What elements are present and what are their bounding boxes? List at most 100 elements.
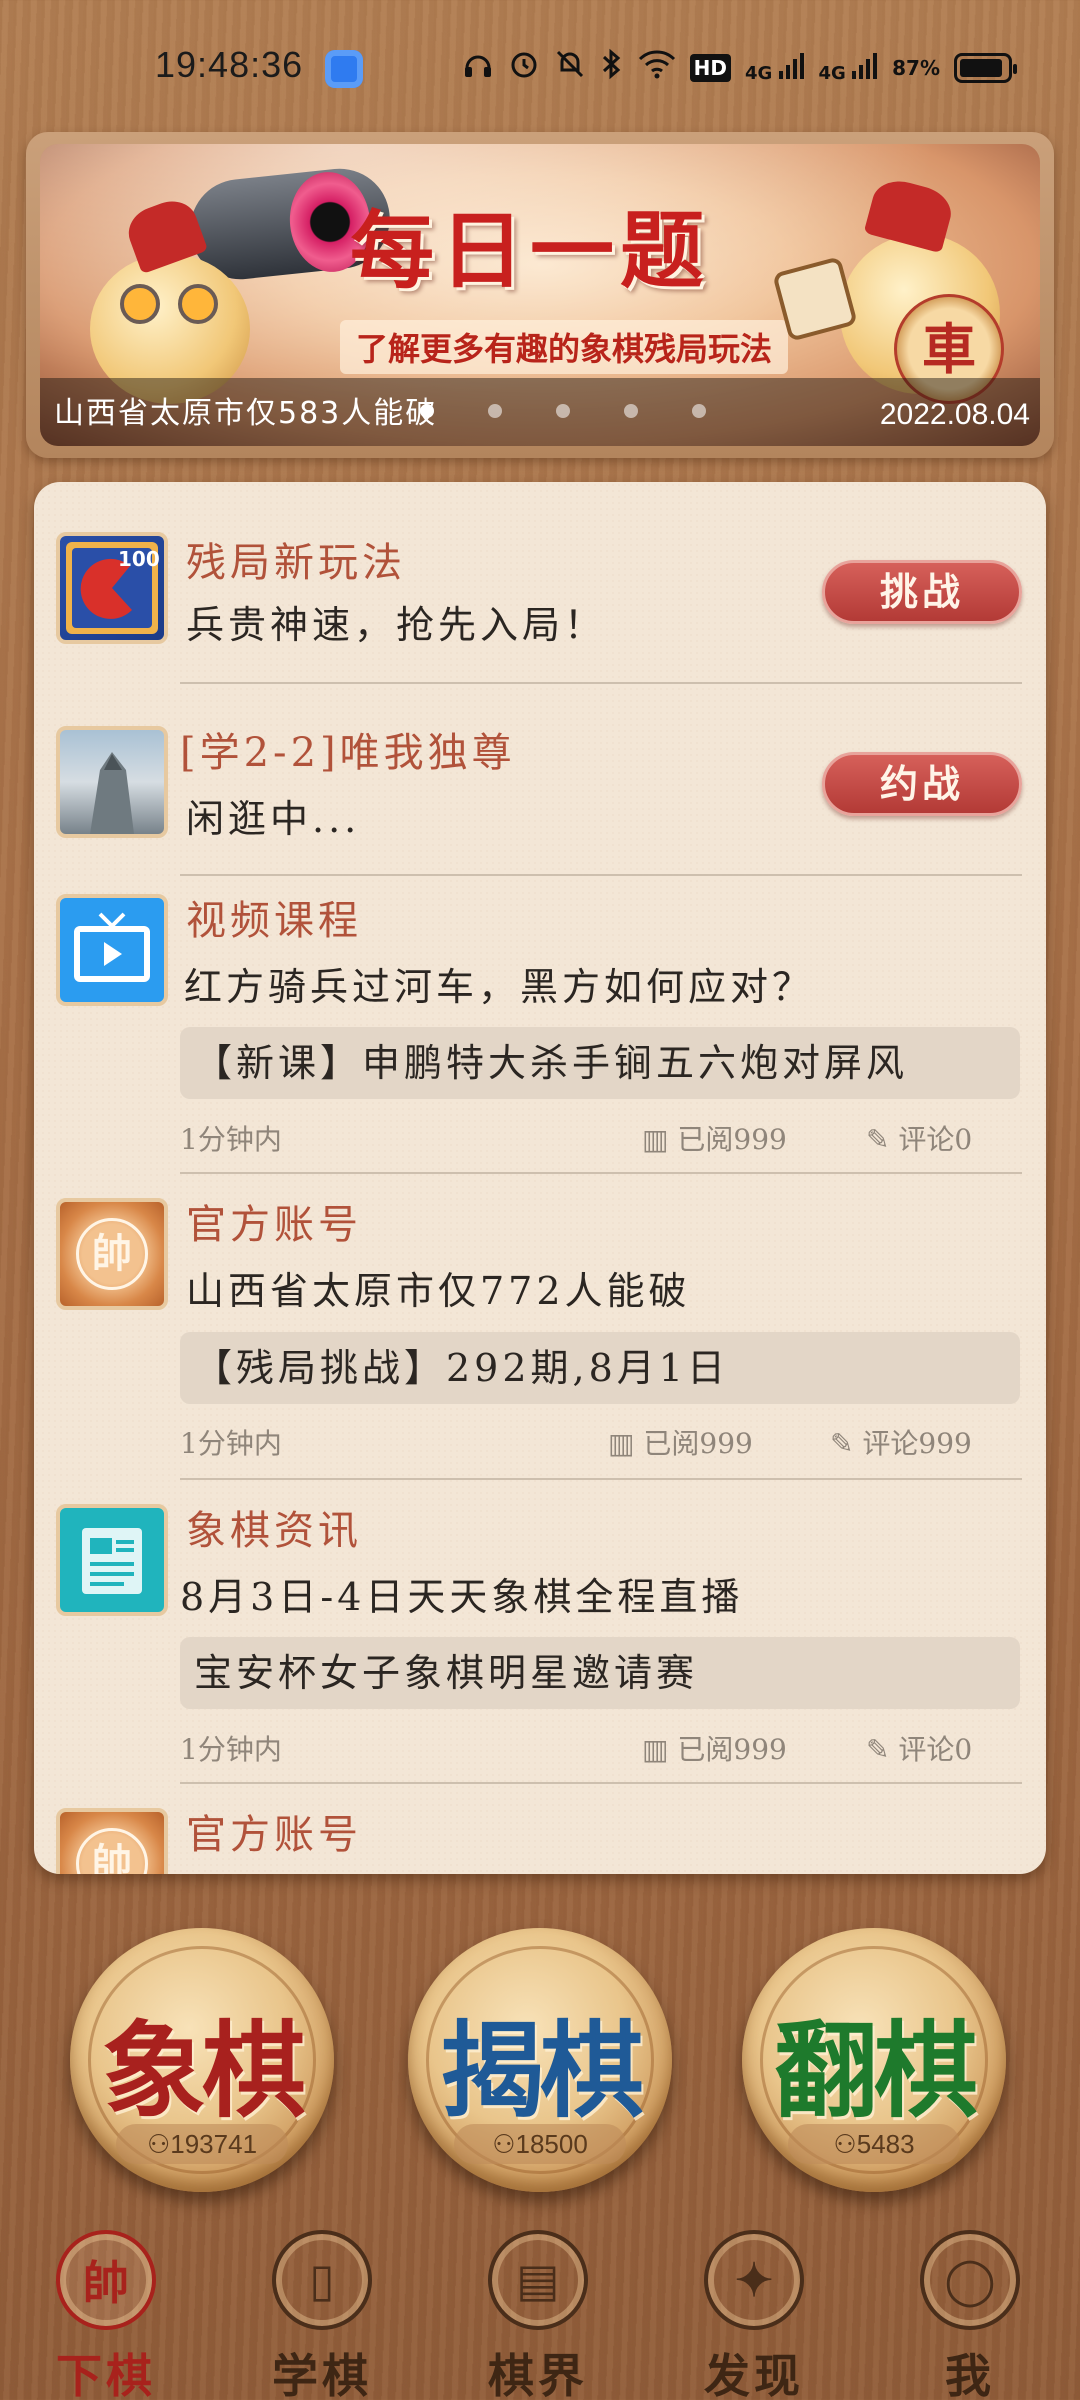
online-count: ⚇18500 (454, 2124, 626, 2164)
user-icon: ⚇ (833, 2129, 857, 2159)
invite-battle-button[interactable]: 约战 (822, 752, 1022, 816)
mute-icon (554, 48, 586, 87)
status-bar: 19:48:36 HD 4G 4G 87% (0, 0, 1080, 130)
feed-item-text: 闲逛中... (186, 797, 361, 841)
hd-icon: HD (689, 53, 731, 82)
book-icon: ▥ (608, 1427, 635, 1460)
feed-card: 100 残局新玩法 兵贵神速，抢先入局！ 挑战 [学2-2]唯我独尊 闲逛中..… (34, 482, 1046, 1874)
quill-icon: ✎ (830, 1427, 854, 1460)
status-icons: HD 4G 4G 87% (462, 48, 1017, 87)
nav-label: 学棋 (272, 2349, 372, 2400)
general-piece-icon: 帥 (76, 1828, 148, 1874)
feed-item-quote[interactable]: 宝安杯女子象棋明星邀请赛 (180, 1637, 1020, 1709)
general-piece-icon: 帥 (76, 1218, 148, 1290)
divider (180, 1478, 1022, 1480)
net-type-label: 4G (744, 63, 773, 84)
divider (180, 874, 1022, 876)
read-count-label: 已阅999 (643, 1427, 753, 1460)
comment-count-label: 评论0 (898, 1733, 973, 1766)
read-count: ▥ 已阅999 (642, 1118, 787, 1158)
quill-icon: ✎ (866, 1123, 890, 1156)
nav-label: 棋界 (488, 2349, 588, 2400)
chat-bubble-icon: ▤ (488, 2230, 588, 2330)
signal-4g-icon: 4G (745, 51, 805, 84)
fanqi-game-button[interactable]: 翻棋 ⚇5483 (742, 1928, 1006, 2192)
feed-item-quote[interactable]: 【残局挑战】292期,8月1日 (180, 1332, 1020, 1404)
quill-icon: ✎ (866, 1733, 890, 1766)
read-count-label: 已阅999 (677, 1733, 787, 1766)
net-type-label: 4G (818, 63, 846, 84)
divider (180, 682, 1022, 684)
divider (180, 1782, 1022, 1784)
carousel-dot[interactable] (624, 404, 638, 418)
comment-count-label: 评论999 (862, 1427, 972, 1460)
online-count: ⚇5483 (788, 2124, 960, 2164)
divider (180, 1172, 1022, 1174)
status-time: 19:48:36 (155, 44, 304, 85)
banner-caption: 山西省太原市仅583人能破 (54, 396, 438, 431)
game-label: 象棋 (101, 2009, 306, 2132)
battery-percent: 87% (892, 55, 940, 80)
carousel-dots[interactable] (420, 404, 706, 418)
nav-me[interactable]: ◯ 我 (900, 2230, 1040, 2400)
user-icon: ⚇ (492, 2129, 516, 2159)
nav-label: 发现 (704, 2349, 804, 2400)
app-notification-icon (325, 50, 363, 88)
game-label: 揭棋 (439, 2009, 644, 2132)
nav-community[interactable]: ▤ 棋界 (468, 2230, 608, 2400)
challenge-button[interactable]: 挑战 (822, 560, 1022, 624)
online-count-value: 5483 (856, 2129, 915, 2159)
banner-subtitle: 了解更多有趣的象棋残局玩法 (340, 320, 789, 374)
feed-item-title: [学2-2]唯我独尊 (180, 730, 516, 776)
nav-label: 下棋 (56, 2349, 156, 2400)
xiangqi-game-button[interactable]: 象棋 ⚇193741 (70, 1928, 334, 2192)
feed-item-quote[interactable]: 【新课】申鹏特大杀手锏五六炮对屏风 (180, 1027, 1020, 1099)
feed-item-text: 8月3日-4日天天象棋全程直播 (180, 1575, 744, 1619)
video-tv-icon (56, 894, 168, 1006)
book-icon: ▥ (642, 1733, 669, 1766)
jieqi-game-button[interactable]: 揭棋 ⚇18500 (408, 1928, 672, 2192)
nav-learn[interactable]: ▯ 学棋 (252, 2230, 392, 2400)
comment-count[interactable]: ✎ 评论0 (866, 1118, 972, 1158)
compass-icon: ✦ (704, 2230, 804, 2330)
post-time: 1分钟内 (180, 1123, 282, 1156)
online-count-value: 18500 (515, 2129, 588, 2159)
daily-puzzle-banner[interactable]: 每日一题 了解更多有趣的象棋残局玩法 車 山西省太原市仅583人能破 2022.… (26, 132, 1054, 458)
read-count-label: 已阅999 (677, 1123, 787, 1156)
post-time: 1分钟内 (180, 1427, 282, 1460)
general-piece-icon: 帥 (56, 2230, 156, 2330)
book-icon: ▥ (642, 1123, 669, 1156)
carousel-dot[interactable] (420, 404, 434, 418)
carousel-dot[interactable] (488, 404, 502, 418)
banner-image[interactable]: 每日一题 了解更多有趣的象棋残局玩法 車 山西省太原市仅583人能破 2022.… (40, 144, 1040, 446)
nav-label: 我 (945, 2349, 995, 2400)
feed-item-title: 官方账号 (186, 1812, 362, 1858)
online-count-value: 193741 (170, 2129, 258, 2159)
feed-item-text: 山西省太原市仅772人能破 (186, 1269, 691, 1313)
bottom-nav: 帥 下棋 ▯ 学棋 ▤ 棋界 ✦ 发现 ◯ 我 (0, 2220, 1080, 2400)
comment-count[interactable]: ✎ 评论999 (830, 1422, 972, 1462)
feed-item-title: 残局新玩法 (186, 540, 406, 586)
carousel-dot[interactable] (692, 404, 706, 418)
thumb-badge-100: 100 (118, 547, 160, 571)
user-icon: ⚇ (146, 2129, 171, 2159)
online-count: ⚇193741 (116, 2124, 288, 2164)
profile-icon: ◯ (920, 2230, 1020, 2330)
headphones-icon (462, 48, 494, 87)
endgame-thumbnail: 100 (56, 532, 168, 644)
comment-count-label: 评论0 (898, 1123, 973, 1156)
official-account-avatar: 帥 (56, 1198, 168, 1310)
carousel-dot[interactable] (556, 404, 570, 418)
game-label: 翻棋 (773, 2009, 978, 2132)
nav-play[interactable]: 帥 下棋 (36, 2230, 176, 2400)
nav-discover[interactable]: ✦ 发现 (684, 2230, 824, 2400)
feed-item-text: 红方骑兵过河车，黑方如何应对？ (184, 965, 815, 1009)
feed-item-title: 视频课程 (186, 898, 362, 944)
friend-avatar (56, 726, 168, 838)
alarm-icon (508, 48, 540, 87)
comment-count[interactable]: ✎ 评论0 (866, 1728, 972, 1768)
bluetooth-icon (600, 48, 624, 87)
book-icon: ▯ (272, 2230, 372, 2330)
banner-title: 每日一题 (350, 201, 711, 300)
read-count: ▥ 已阅999 (642, 1728, 787, 1768)
